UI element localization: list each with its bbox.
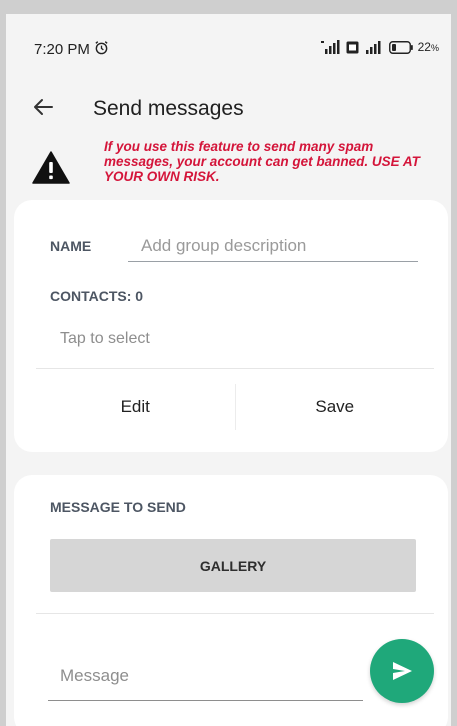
- edit-button[interactable]: Edit: [36, 382, 235, 432]
- group-card: NAME CONTACTS: 0 Tap to select Edit Save: [14, 200, 448, 452]
- screen: 7:20 PM 22% Send messages If you use thi…: [6, 14, 451, 726]
- name-label: NAME: [50, 238, 92, 254]
- battery-percent: 22%: [417, 40, 439, 54]
- save-button[interactable]: Save: [236, 382, 435, 432]
- send-button[interactable]: [370, 639, 434, 703]
- sim-card-icon: [346, 41, 359, 53]
- gallery-button[interactable]: GALLERY: [50, 539, 416, 592]
- warning-icon: [32, 151, 70, 184]
- page-title: Send messages: [93, 97, 244, 120]
- message-input-container: [48, 651, 363, 701]
- back-arrow-icon[interactable]: [32, 96, 54, 118]
- divider: [36, 368, 434, 369]
- status-time: 7:20 PM: [34, 41, 90, 58]
- status-bar: 7:20 PM 22%: [6, 14, 451, 58]
- signal-icon: [365, 41, 381, 54]
- send-icon: [393, 662, 412, 680]
- group-actions: Edit Save: [36, 382, 434, 432]
- warning-message: If you use this feature to send many spa…: [104, 139, 420, 184]
- group-description-input[interactable]: [128, 230, 418, 261]
- select-contacts-button[interactable]: Tap to select: [60, 330, 150, 348]
- message-to-send-label: MESSAGE TO SEND: [50, 499, 186, 515]
- name-input-container: [128, 230, 418, 262]
- message-card: MESSAGE TO SEND GALLERY: [14, 475, 448, 726]
- contacts-count-label: CONTACTS: 0: [50, 288, 144, 304]
- signal-icon: [320, 40, 340, 54]
- status-icons: 22%: [320, 40, 439, 54]
- battery-icon: [388, 40, 413, 54]
- message-input[interactable]: [48, 651, 363, 700]
- alarm-clock-icon: [95, 41, 108, 55]
- divider: [36, 613, 434, 614]
